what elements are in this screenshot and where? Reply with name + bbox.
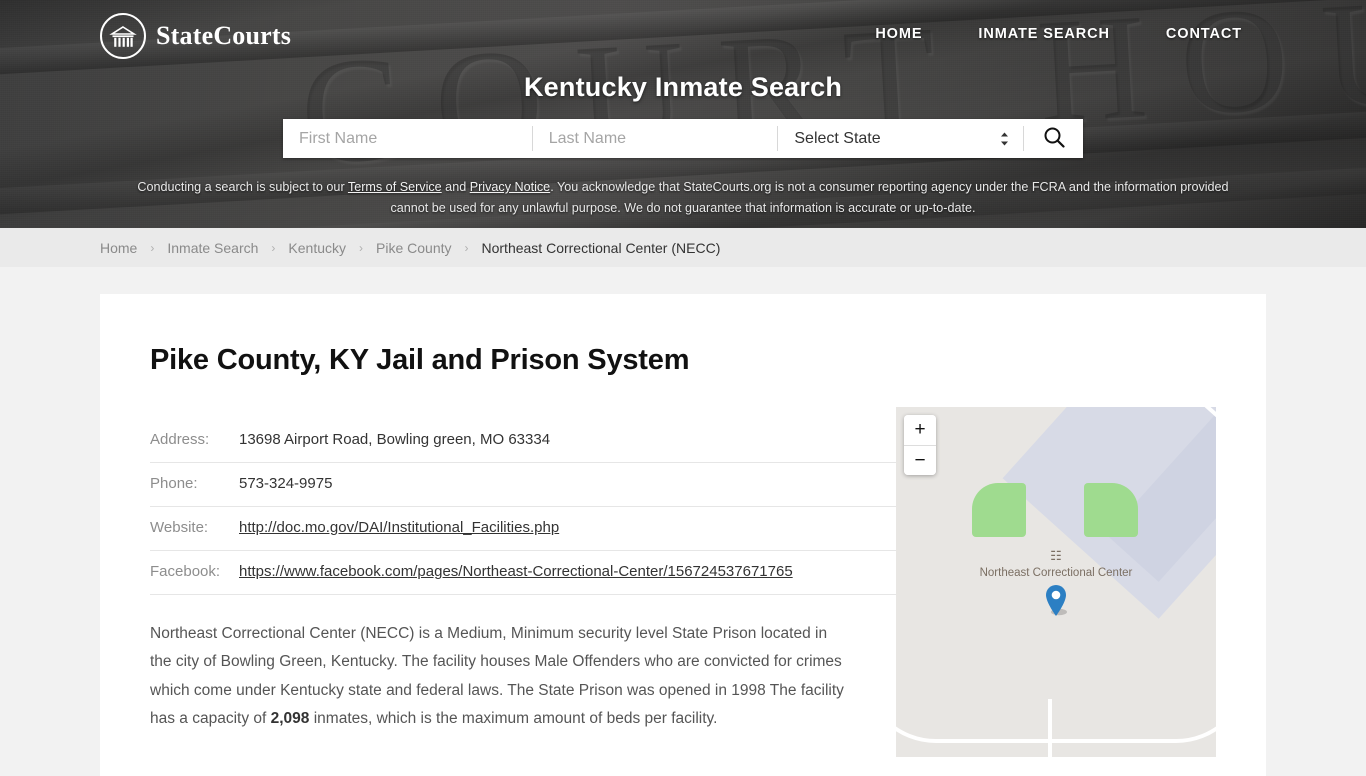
detail-row-facebook: Facebook: https://www.facebook.com/pages… bbox=[150, 551, 896, 595]
map-zoom-controls: + − bbox=[904, 415, 936, 475]
main-navigation: HOME INMATE SEARCH CONTACT bbox=[847, 26, 1270, 42]
map-poi-label: ☷ Northeast Correctional Center bbox=[896, 548, 1216, 580]
page-title: Pike County, KY Jail and Prison System bbox=[150, 344, 690, 376]
detail-label: Address: bbox=[150, 431, 210, 448]
breadcrumb: Home › Inmate Search › Kentucky › Pike C… bbox=[0, 228, 1366, 267]
breadcrumb-separator-icon: › bbox=[359, 240, 364, 255]
map-road-segment bbox=[1048, 699, 1052, 757]
breadcrumb-item-home[interactable]: Home bbox=[100, 240, 137, 256]
search-disclaimer: Conducting a search is subject to our Te… bbox=[130, 177, 1236, 218]
facility-location-map[interactable]: ☷ Northeast Correctional Center + − bbox=[896, 407, 1216, 757]
breadcrumb-separator-icon: › bbox=[150, 240, 155, 255]
chevron-updown-icon bbox=[1000, 131, 1009, 146]
detail-row-address: Address: 13698 Airport Road, Bowling gre… bbox=[150, 419, 896, 463]
breadcrumb-item-pike-county[interactable]: Pike County bbox=[376, 240, 451, 256]
disclaimer-text-part1: Conducting a search is subject to our bbox=[137, 180, 348, 194]
disclaimer-text-part2: and bbox=[441, 180, 470, 194]
search-submit-button[interactable] bbox=[1024, 119, 1083, 158]
breadcrumb-separator-icon: › bbox=[464, 240, 469, 255]
map-park-area bbox=[972, 483, 1026, 537]
map-park-area bbox=[1084, 483, 1138, 537]
detail-row-phone: Phone: 573-324-9975 bbox=[150, 463, 896, 507]
description-text-after: inmates, which is the maximum amount of … bbox=[309, 709, 718, 727]
facility-info-column: Address: 13698 Airport Road, Bowling gre… bbox=[150, 377, 896, 757]
state-select-value: Select State bbox=[794, 129, 881, 147]
facility-website-link[interactable]: http://doc.mo.gov/DAI/Institutional_Faci… bbox=[239, 519, 559, 536]
facility-facebook-link[interactable]: https://www.facebook.com/pages/Northeast… bbox=[239, 563, 793, 580]
nav-item-home[interactable]: HOME bbox=[847, 26, 950, 42]
building-icon: ☷ bbox=[1050, 548, 1062, 563]
detail-label: Phone: bbox=[150, 475, 198, 492]
detail-value-phone: 573-324-9975 bbox=[239, 475, 333, 492]
map-zoom-out-button[interactable]: − bbox=[904, 445, 936, 475]
map-pin-marker[interactable] bbox=[1044, 583, 1068, 617]
detail-value-address: 13698 Airport Road, Bowling green, MO 63… bbox=[239, 431, 551, 448]
map-poi-name: Northeast Correctional Center bbox=[979, 566, 1133, 579]
inmate-search-form: Select State bbox=[283, 119, 1083, 158]
site-logo-text: StateCourts bbox=[156, 21, 292, 50]
nav-item-contact[interactable]: CONTACT bbox=[1138, 26, 1270, 42]
terms-of-service-link[interactable]: Terms of Service bbox=[348, 180, 442, 194]
detail-row-website: Website: http://doc.mo.gov/DAI/Instituti… bbox=[150, 507, 896, 551]
facility-capacity-value: 2,098 bbox=[270, 709, 310, 727]
state-select[interactable]: Select State bbox=[778, 119, 1023, 158]
site-logo[interactable]: StateCourts bbox=[100, 13, 291, 59]
nav-item-inmate-search[interactable]: INMATE SEARCH bbox=[950, 26, 1137, 42]
breadcrumb-item-current: Northeast Correctional Center (NECC) bbox=[481, 239, 721, 256]
breadcrumb-separator-icon: › bbox=[271, 240, 276, 255]
map-zoom-in-button[interactable]: + bbox=[904, 415, 936, 445]
breadcrumb-item-inmate-search[interactable]: Inmate Search bbox=[167, 240, 258, 256]
facility-map-column: ☷ Northeast Correctional Center + − bbox=[896, 377, 1216, 757]
hero-title: Kentucky Inmate Search bbox=[523, 72, 843, 102]
site-header: COURT HOUSE StateCourts HOME INMATE SEAR… bbox=[0, 0, 1366, 228]
first-name-input[interactable] bbox=[283, 119, 532, 158]
courthouse-icon bbox=[100, 13, 146, 59]
facility-content-card: Pike County, KY Jail and Prison System A… bbox=[100, 294, 1266, 776]
privacy-notice-link[interactable]: Privacy Notice bbox=[470, 180, 550, 194]
last-name-input[interactable] bbox=[532, 119, 778, 158]
facility-description: Northeast Correctional Center (NECC) is … bbox=[150, 620, 850, 733]
detail-label: Website: bbox=[150, 519, 209, 536]
detail-label: Facebook: bbox=[150, 563, 221, 580]
breadcrumb-item-kentucky[interactable]: Kentucky bbox=[288, 240, 346, 256]
search-icon bbox=[1043, 126, 1065, 151]
